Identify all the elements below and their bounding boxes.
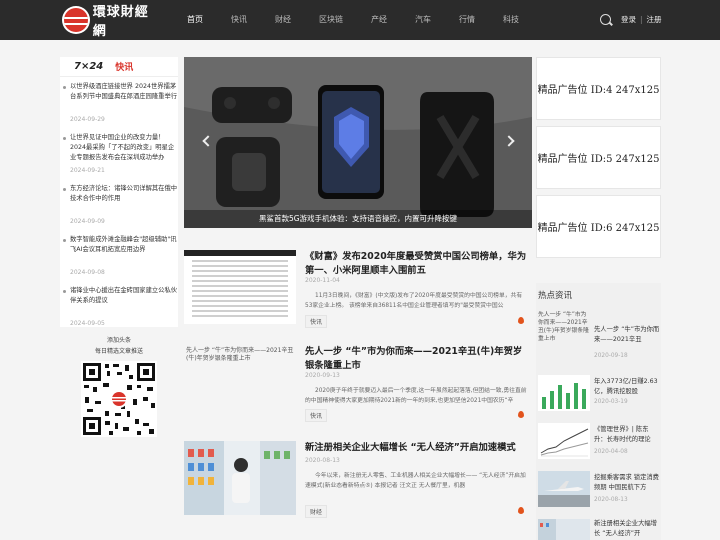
flash-item-title[interactable]: 数字智能成外滩金融峰会"超级辅助"讯飞AI会议耳机拓宽应用边界 bbox=[70, 235, 178, 265]
financial-chart-thumbnail bbox=[538, 375, 590, 411]
nav-item-market[interactable]: 行情 bbox=[459, 0, 475, 40]
nav-item-auto[interactable]: 汽车 bbox=[415, 0, 431, 40]
article-thumbnail[interactable] bbox=[184, 250, 296, 324]
hot-news-title[interactable]: 《管理世界》| 陈东升：长寿时代的理论 bbox=[594, 425, 660, 445]
article-category-tag[interactable]: 快讯 bbox=[305, 409, 328, 422]
article-card[interactable]: 新注册相关企业大幅增长 “无人经济”开启加速模式 2020-08-13 今年以来… bbox=[184, 441, 532, 527]
hot-news-thumbnail[interactable] bbox=[538, 519, 590, 540]
qr-code-graphic bbox=[81, 361, 157, 437]
article-thumbnail[interactable]: 先人一步 “牛”市为你而来——2021辛丑(牛)年贺岁银条隆重上市 bbox=[184, 345, 296, 419]
hot-news-heading: 热点资讯 bbox=[538, 291, 573, 301]
flash-item-title[interactable]: 让世界见证中国企业的改变力量！2024最采购「了不起的改变」明星企业专题报告发布… bbox=[70, 133, 178, 163]
auth-separator: | bbox=[640, 15, 643, 24]
article-date: 2020-08-13 bbox=[305, 457, 340, 464]
flash-item-date: 2024-09-09 bbox=[70, 218, 105, 225]
hot-news-title[interactable]: 新注册相关企业大幅增长 “无人经济”开 bbox=[594, 519, 660, 539]
article-thumbnail[interactable] bbox=[184, 441, 296, 515]
article-date: 2020-11-04 bbox=[305, 277, 340, 284]
hero-carousel[interactable]: 黑鲨首款5G游戏手机体验：支持语音操控，内置可升降按键 bbox=[184, 57, 532, 228]
flash-item-date: 2024-09-21 bbox=[70, 167, 105, 174]
hot-news-date: 2020-09-18 bbox=[594, 353, 628, 359]
ad-slot-4[interactable]: 精品广告位 ID:4 247x125 bbox=[536, 57, 661, 120]
flash-item-title[interactable]: 以世界级酒庄链接世界 2024世界擂茅台系列节中国盛典在郎酒庄园隆重举行 bbox=[70, 82, 178, 112]
article-summary: 11月3日晚间，《财富》(中文版)发布了2020年度最受赞赏的中国公司榜单，共有… bbox=[305, 293, 523, 309]
gaming-phone-photo bbox=[184, 57, 532, 228]
bullet-dot-icon bbox=[63, 188, 66, 191]
nav-item-blockchain[interactable]: 区块链 bbox=[319, 0, 343, 40]
hot-news-thumbnail[interactable] bbox=[538, 471, 590, 507]
unmanned-store-photo bbox=[184, 441, 296, 515]
hot-fire-icon bbox=[518, 317, 524, 324]
nav-item-tech[interactable]: 科技 bbox=[503, 0, 519, 40]
flash-item-title[interactable]: 东方经济论坛：诸锋公司详解其在俄中技术合作中的作用 bbox=[70, 184, 178, 214]
flash-item-date: 2024-09-05 bbox=[70, 320, 105, 327]
globe-logo-icon bbox=[62, 6, 90, 34]
flash-item[interactable]: 以世界级酒庄链接世界 2024世界擂茅台系列节中国盛典在郎酒庄园隆重举行 202… bbox=[60, 82, 178, 123]
nav-item-home[interactable]: 首页 bbox=[187, 0, 203, 40]
flash-item-title[interactable]: 诸锋业中心援出在金砖国家建立公私伙伴关系的提议 bbox=[70, 286, 178, 316]
hot-news-title[interactable]: 先人一步 “牛”市为你而来——2021辛丑 bbox=[594, 325, 660, 345]
qr-caption-1: 添加头条 bbox=[106, 337, 131, 344]
hot-fire-icon bbox=[518, 411, 524, 418]
flash-item[interactable]: 东方经济论坛：诸锋公司详解其在俄中技术合作中的作用 2024-09-09 bbox=[60, 184, 178, 225]
hot-news-thumbnail[interactable]: 先人一步 “牛”市为你而来——2021辛丑(牛)年贺岁银条隆重上市 bbox=[538, 311, 590, 347]
ad-slot-5[interactable]: 精品广告位 ID:5 247x125 bbox=[536, 126, 661, 189]
hot-news-date: 2020-03-19 bbox=[594, 399, 628, 405]
qr-code-image bbox=[81, 361, 157, 437]
hot-news-panel: 热点资讯 先人一步 “牛”市为你而来——2021辛丑(牛)年贺岁银条隆重上市 先… bbox=[536, 283, 661, 540]
bullet-dot-icon bbox=[63, 290, 66, 293]
bullet-dot-icon bbox=[63, 239, 66, 242]
nav-item-finance[interactable]: 财经 bbox=[275, 0, 291, 40]
line-chart-thumbnail bbox=[538, 423, 590, 459]
flash-news-panel: 7×24 快讯 以世界级酒庄链接世界 2024世界擂茅台系列节中国盛典在郎酒庄园… bbox=[60, 57, 178, 327]
nav-item-flash[interactable]: 快讯 bbox=[231, 0, 247, 40]
login-link[interactable]: 登录 bbox=[621, 15, 636, 24]
flash-24h-label: 7×24 bbox=[74, 61, 104, 72]
flash-item[interactable]: 数字智能成外滩金融峰会"超级辅助"讯飞AI会议耳机拓宽应用边界 2024-09-… bbox=[60, 235, 178, 276]
logo-text: 環球財經網 bbox=[92, 5, 149, 39]
auth-links: 登录 | 注册 bbox=[621, 0, 662, 40]
article-title[interactable]: 《财富》发布2020年度最受赞赏中国公司榜单，华为第一、小米阿里顺丰入围前五 bbox=[305, 250, 529, 278]
fortune-list-image bbox=[184, 250, 296, 324]
article-summary: 2020庚子年终于就要迈入最后一个季度,这一年虽然起起落落,但团结一致,勇往直前… bbox=[305, 388, 527, 404]
hot-news-title[interactable]: 挖掘乘客需求 锁定消费频期 中国民航下方 bbox=[594, 473, 660, 493]
article-category-tag[interactable]: 快讯 bbox=[305, 315, 328, 328]
flash-news-header: 7×24 快讯 bbox=[60, 57, 178, 77]
article-card[interactable]: 先人一步 “牛”市为你而来——2021辛丑(牛)年贺岁银条隆重上市 先人一步 “… bbox=[184, 345, 532, 431]
nav-item-industry[interactable]: 产经 bbox=[371, 0, 387, 40]
carousel-caption[interactable]: 黑鲨首款5G游戏手机体验：支持语音操控，内置可升降按键 bbox=[184, 210, 532, 228]
article-date: 2020-09-13 bbox=[305, 372, 340, 379]
qr-subscribe-block: 添加头条 每日精选文章推送 bbox=[60, 331, 178, 443]
hot-news-date: 2020-04-08 bbox=[594, 449, 628, 455]
bullet-dot-icon bbox=[63, 86, 66, 89]
hot-news-date: 2020-08-13 bbox=[594, 497, 628, 503]
bullet-dot-icon bbox=[63, 137, 66, 140]
flash-title: 快讯 bbox=[115, 63, 134, 73]
search-icon[interactable] bbox=[600, 14, 611, 25]
article-title[interactable]: 先人一步 “牛”市为你而来——2021辛丑(牛)年贺岁银条隆重上市 bbox=[305, 345, 529, 373]
broken-image-alt: 先人一步 “牛”市为你而来——2021辛丑(牛)年贺岁银条隆重上市 bbox=[538, 312, 589, 342]
article-category-tag[interactable]: 财经 bbox=[305, 505, 328, 518]
site-logo[interactable]: 環球財經網 bbox=[62, 5, 162, 39]
broken-image-alt: 先人一步 “牛”市为你而来——2021辛丑(牛)年贺岁银条隆重上市 bbox=[186, 347, 294, 362]
store-photo-thumbnail bbox=[538, 519, 590, 540]
article-title[interactable]: 新注册相关企业大幅增长 “无人经济”开启加速模式 bbox=[305, 441, 529, 455]
article-card[interactable]: 《财富》发布2020年度最受赞赏中国公司榜单，华为第一、小米阿里顺丰入围前五 2… bbox=[184, 250, 532, 336]
hot-news-thumbnail[interactable] bbox=[538, 375, 590, 411]
main-nav: 首页 快讯 财经 区块链 产经 汽车 行情 科技 bbox=[187, 0, 547, 40]
flash-item[interactable]: 诸锋业中心援出在金砖国家建立公私伙伴关系的提议 2024-09-05 bbox=[60, 286, 178, 327]
hot-fire-icon bbox=[518, 507, 524, 514]
flash-item-date: 2024-09-08 bbox=[70, 269, 105, 276]
qr-caption-2: 每日精选文章推送 bbox=[94, 348, 143, 355]
ad-slot-6[interactable]: 精品广告位 ID:6 247x125 bbox=[536, 195, 661, 258]
hot-news-thumbnail[interactable] bbox=[538, 423, 590, 459]
flash-item[interactable]: 让世界见证中国企业的改变力量！2024最采购「了不起的改变」明星企业专题报告发布… bbox=[60, 133, 178, 174]
article-summary: 今年以来，新注册无人零售、工业机器人相关企业大幅增长—— “无人经济”开启加速模… bbox=[305, 473, 526, 489]
flash-item-date: 2024-09-29 bbox=[70, 116, 105, 123]
top-header: 環球財經網 首页 快讯 财经 区块链 产经 汽车 行情 科技 登录 | 注册 bbox=[0, 0, 720, 40]
airport-photo-thumbnail bbox=[538, 471, 590, 507]
hot-news-title[interactable]: 年入3773亿/日赚2.63亿，腾讯挖股股 bbox=[594, 377, 660, 397]
register-link[interactable]: 注册 bbox=[647, 15, 662, 24]
